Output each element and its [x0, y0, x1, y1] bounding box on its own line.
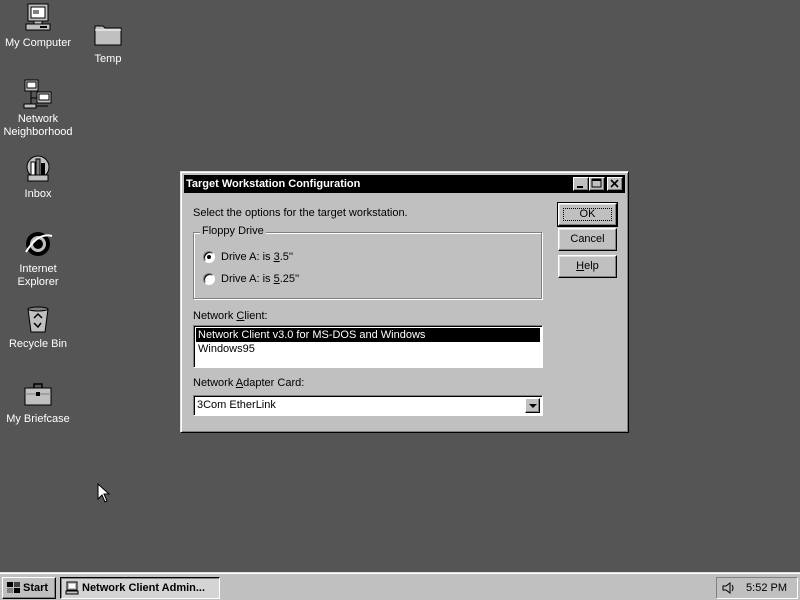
dialog-title: Target Workstation Configuration [186, 178, 361, 190]
close-button[interactable] [607, 177, 623, 191]
desktop-icon-temp[interactable]: Temp [70, 18, 146, 66]
floppy-drive-group-label: Floppy Drive [200, 225, 266, 237]
recycle-bin-icon [27, 306, 49, 333]
help-button[interactable]: Help [558, 255, 617, 278]
computer-icon [65, 581, 79, 595]
radio-drive-3-5[interactable]: Drive A: is 3.5'' [203, 251, 293, 263]
start-label: Start [23, 582, 49, 594]
system-tray: 5:52 PM [716, 577, 798, 599]
list-item[interactable]: Windows95 [196, 342, 540, 356]
desktop-icon-label: My Briefcase [6, 413, 70, 425]
windows-logo-icon [7, 582, 20, 593]
desktop-icon-label: My Computer [4, 37, 72, 49]
instructions-text: Select the options for the target workst… [193, 207, 408, 219]
desktop-icon-my-briefcase[interactable]: My Briefcase [0, 378, 76, 426]
desktop-icon-network-neighborhood[interactable]: Network Neighborhood [0, 78, 76, 139]
desktop-icon-label-line1: Network [17, 113, 59, 125]
inbox-icon [26, 155, 50, 182]
desktop-icon-label: Recycle Bin [8, 338, 68, 350]
briefcase-icon [24, 383, 52, 406]
desktop-icon-internet-explorer[interactable]: Internet Explorer [0, 228, 76, 289]
network-client-label: Network Client: [193, 310, 268, 322]
dropdown-arrow-button[interactable] [525, 398, 540, 413]
cancel-button[interactable]: Cancel [558, 228, 617, 251]
network-icon [23, 79, 52, 109]
radio-drive-5-25[interactable]: Drive A: is 5.25'' [203, 273, 299, 285]
desktop-icon-label: Inbox [24, 188, 52, 200]
window-controls [573, 177, 623, 191]
close-icon [610, 179, 619, 188]
desktop-icon-my-computer[interactable]: My Computer [0, 2, 76, 50]
taskbar-item-label: Network Client Admin... [82, 582, 206, 594]
maximize-icon [591, 178, 602, 188]
internet-explorer-icon [25, 232, 53, 256]
floppy-drive-group: Floppy Drive Drive A: is 3.5'' Drive A: … [193, 225, 542, 299]
taskbar: Start Network Client Admin... 5:52 PM [0, 572, 800, 600]
dialog-titlebar[interactable]: Target Workstation Configuration [184, 175, 625, 193]
clock[interactable]: 5:52 PM [746, 578, 787, 598]
network-adapter-label: Network Adapter Card: [193, 377, 305, 389]
taskbar-item-network-client-admin[interactable]: Network Client Admin... [60, 577, 220, 599]
maximize-button[interactable] [589, 177, 605, 191]
desktop-icon-recycle-bin[interactable]: Recycle Bin [0, 303, 76, 351]
target-workstation-dialog: Target Workstation Configuration Select … [180, 171, 629, 433]
adapter-selected-value: 3Com EtherLink [197, 399, 276, 411]
network-client-listbox[interactable]: Network Client v3.0 for MS-DOS and Windo… [193, 325, 543, 368]
desktop-icon-label-line1: Internet [19, 263, 57, 275]
folder-icon [94, 25, 122, 46]
start-button[interactable]: Start [2, 577, 56, 599]
ok-button[interactable]: OK [557, 202, 618, 227]
desktop-icon-label: Temp [94, 53, 122, 65]
list-item-selected[interactable]: Network Client v3.0 for MS-DOS and Windo… [196, 328, 540, 342]
radio-button-checked[interactable] [203, 251, 215, 263]
minimize-icon [577, 186, 583, 188]
speaker-icon[interactable] [721, 581, 735, 595]
radio-label-5-25: Drive A: is 5.25'' [221, 273, 300, 285]
desktop-icon-label-line2: Explorer [17, 276, 59, 288]
computer-icon [25, 3, 51, 31]
radio-label-3-5: Drive A: is 3.5'' [221, 251, 294, 263]
mouse-cursor-icon [97, 483, 111, 503]
desktop-icon-inbox[interactable]: Inbox [0, 153, 76, 201]
network-adapter-dropdown[interactable]: 3Com EtherLink [193, 395, 543, 416]
desktop-icon-label-line2: Neighborhood [3, 126, 73, 138]
radio-button-unchecked[interactable] [203, 273, 215, 285]
minimize-button[interactable] [573, 177, 589, 191]
